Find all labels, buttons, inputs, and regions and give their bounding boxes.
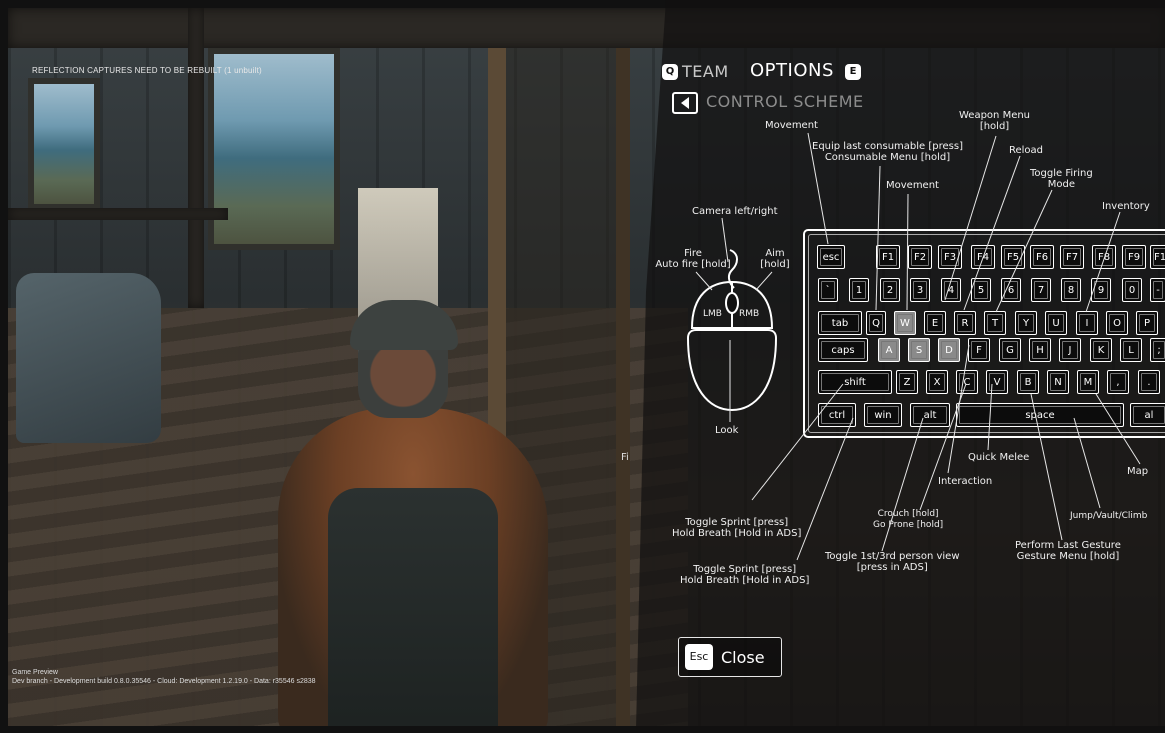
leader-aim	[755, 271, 773, 291]
leader-equip	[875, 165, 881, 311]
close-button[interactable]: Esc Close	[678, 637, 782, 677]
leader-map	[1095, 393, 1141, 465]
esc-key-hint: Esc	[685, 644, 713, 670]
leader-inventory	[1085, 211, 1121, 313]
leader-reload	[963, 155, 1021, 311]
leader-gesture	[1030, 393, 1063, 541]
leader-toggle-view	[881, 417, 924, 552]
leader-interaction	[947, 344, 970, 474]
close-label: Close	[721, 647, 765, 667]
leader-quick-melee	[987, 383, 993, 451]
leader-camera	[721, 217, 729, 263]
annotation-leader-lines	[695, 132, 1141, 561]
leader-fire	[695, 271, 713, 291]
leader-movement-mid	[906, 193, 909, 311]
leader-weapon-menu	[944, 135, 997, 301]
leader-jump	[1073, 417, 1101, 509]
leader-toggle-firing	[995, 189, 1053, 313]
leader-movement-top	[807, 132, 829, 245]
leader-toggle-sprint-b	[796, 417, 854, 561]
leader-toggle-sprint-a	[751, 383, 844, 501]
